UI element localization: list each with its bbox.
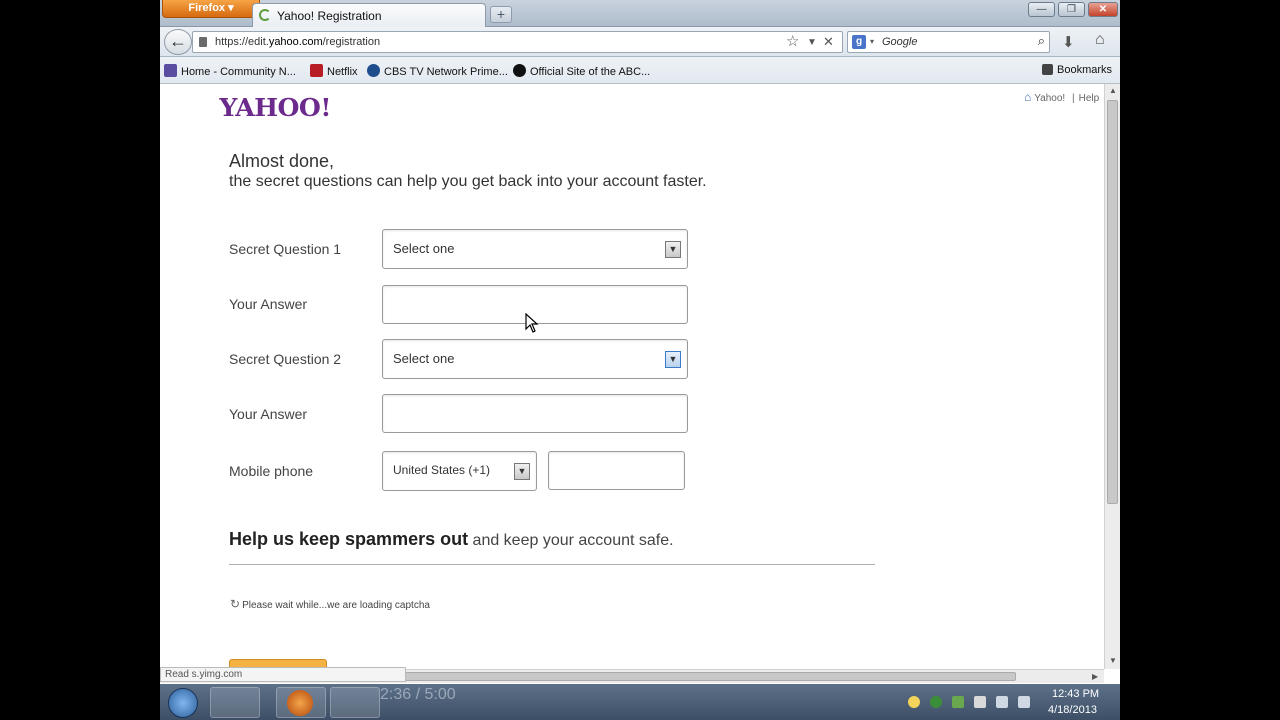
home-icon[interactable]: ⌂ bbox=[1095, 31, 1105, 49]
answer-1-label: Your Answer bbox=[229, 296, 308, 312]
netflix-icon bbox=[310, 64, 323, 77]
browser-titlebar: Firefox ▾ Yahoo! Registration + — ❐ ✕ bbox=[160, 0, 1120, 27]
house-icon: ⌂ bbox=[1024, 90, 1032, 104]
abc-icon bbox=[513, 64, 526, 77]
start-button[interactable] bbox=[168, 688, 198, 718]
navigation-bar: ← https://edit.yahoo.com/registration ☆ … bbox=[160, 27, 1120, 57]
status-bar: Read s.yimg.com bbox=[160, 667, 406, 682]
chevron-down-icon: ▼ bbox=[665, 241, 681, 258]
star-icon[interactable]: ☆ bbox=[786, 32, 799, 50]
close-button[interactable]: ✕ bbox=[1088, 2, 1118, 17]
country-code-value: United States (+1) bbox=[393, 463, 491, 477]
new-tab-button[interactable]: + bbox=[490, 6, 512, 23]
secret-question-2-select[interactable]: Select one ▼ bbox=[382, 339, 688, 379]
yahoo-home-link[interactable]: Yahoo! bbox=[1034, 93, 1065, 104]
secret-question-1-value: Select one bbox=[393, 241, 455, 256]
url-text: https://edit.yahoo.com/registration bbox=[215, 36, 381, 48]
vertical-scrollbar[interactable]: ▲ ▼ bbox=[1104, 84, 1120, 669]
secret-question-1-select[interactable]: Select one ▼ bbox=[382, 229, 688, 269]
clock-time[interactable]: 12:43 PM bbox=[1052, 688, 1099, 700]
tray-icon[interactable] bbox=[908, 696, 920, 708]
scroll-up-icon[interactable]: ▲ bbox=[1109, 86, 1117, 95]
scroll-right-icon[interactable]: ▶ bbox=[1092, 672, 1098, 681]
lock-icon bbox=[199, 37, 207, 47]
mobile-phone-input[interactable] bbox=[548, 451, 685, 490]
minimize-button[interactable]: — bbox=[1028, 2, 1055, 17]
search-bar[interactable]: g ▾ Google ⌕ bbox=[847, 31, 1050, 53]
top-links: ⌂ Yahoo! | Help bbox=[1024, 90, 1099, 104]
search-engine-dropdown-icon[interactable]: ▾ bbox=[870, 37, 874, 46]
bookmark-cbs[interactable]: CBS TV Network Prime... bbox=[367, 64, 508, 78]
search-placeholder: Google bbox=[882, 36, 918, 48]
bookmark-abc[interactable]: Official Site of the ABC... bbox=[513, 64, 650, 78]
mobile-phone-label: Mobile phone bbox=[229, 463, 314, 479]
tray-flag-icon[interactable] bbox=[974, 696, 986, 708]
vertical-scroll-thumb[interactable] bbox=[1107, 100, 1118, 504]
help-link[interactable]: Help bbox=[1079, 93, 1100, 104]
tray-network-icon[interactable] bbox=[996, 696, 1008, 708]
windows-taskbar: 2:36 / 5:00 12:43 PM 4/18/2013 bbox=[160, 684, 1120, 720]
secret-question-2-label: Secret Question 2 bbox=[229, 351, 342, 367]
bookmark-netflix[interactable]: Netflix bbox=[310, 64, 358, 78]
bookmarks-menu[interactable]: Bookmarks bbox=[1042, 64, 1112, 76]
google-icon[interactable]: g bbox=[852, 35, 866, 49]
bookmark-favicon-icon bbox=[164, 64, 177, 77]
taskbar-app[interactable] bbox=[330, 687, 380, 718]
chevron-down-icon: ▼ bbox=[514, 463, 530, 480]
firefox-menu-button[interactable]: Firefox ▾ bbox=[162, 0, 260, 18]
scroll-down-icon[interactable]: ▼ bbox=[1109, 656, 1117, 665]
download-icon[interactable]: ⬇ bbox=[1062, 33, 1075, 51]
search-icon[interactable]: ⌕ bbox=[1038, 33, 1045, 49]
taskbar-explorer[interactable] bbox=[210, 687, 260, 718]
firefox-icon bbox=[287, 690, 313, 716]
url-bar[interactable]: https://edit.yahoo.com/registration ☆ ▼ … bbox=[192, 31, 843, 53]
answer-2-label: Your Answer bbox=[229, 406, 308, 422]
tab-title: Yahoo! Registration bbox=[277, 9, 382, 23]
spam-heading: Help us keep spammers out and keep your … bbox=[229, 529, 674, 549]
bookmarks-star-icon bbox=[1042, 64, 1053, 75]
secret-question-2-value: Select one bbox=[393, 351, 455, 366]
tray-shield-icon[interactable] bbox=[952, 696, 964, 708]
captcha-loading-message: ↻ Please wait while...we are loading capt… bbox=[230, 597, 430, 611]
country-code-select[interactable]: United States (+1) ▼ bbox=[382, 451, 537, 491]
secret-question-1-label: Secret Question 1 bbox=[229, 241, 342, 257]
back-icon: ← bbox=[169, 31, 187, 51]
maximize-button[interactable]: ❐ bbox=[1058, 2, 1085, 17]
page-content: YAHOO! ⌂ Yahoo! | Help Almost done, the se… bbox=[160, 84, 1104, 671]
link-separator: | bbox=[1071, 93, 1075, 104]
dropdown-icon[interactable]: ▼ bbox=[807, 37, 817, 48]
tab-yahoo-registration[interactable]: Yahoo! Registration bbox=[252, 3, 486, 27]
page-subheading: the secret questions can help you get ba… bbox=[229, 173, 707, 190]
tray-volume-icon[interactable] bbox=[1018, 696, 1030, 708]
page-heading: Almost done, bbox=[229, 151, 335, 171]
screen: Firefox ▾ Yahoo! Registration + — ❐ ✕ ← … bbox=[160, 0, 1120, 720]
stop-icon[interactable]: ✕ bbox=[823, 34, 834, 50]
bookmark-home-community[interactable]: Home - Community N... bbox=[164, 64, 296, 78]
loading-spinner-icon bbox=[259, 9, 271, 21]
taskbar-firefox[interactable] bbox=[276, 687, 326, 718]
refresh-icon: ↻ bbox=[230, 597, 241, 611]
tray-icon[interactable] bbox=[930, 696, 942, 708]
yahoo-logo[interactable]: YAHOO! bbox=[219, 93, 331, 122]
chevron-down-icon: ▼ bbox=[665, 351, 681, 368]
section-divider bbox=[229, 564, 875, 565]
letterbox-left bbox=[0, 0, 160, 720]
clock-date[interactable]: 4/18/2013 bbox=[1048, 704, 1097, 716]
cbs-icon bbox=[367, 64, 380, 77]
bookmarks-toolbar: Home - Community N... Netflix CBS TV Net… bbox=[160, 57, 1120, 84]
letterbox-right bbox=[1120, 0, 1280, 720]
answer-2-input[interactable] bbox=[382, 394, 688, 433]
back-button[interactable]: ← bbox=[164, 29, 192, 55]
video-time-overlay: 2:36 / 5:00 bbox=[380, 686, 456, 703]
